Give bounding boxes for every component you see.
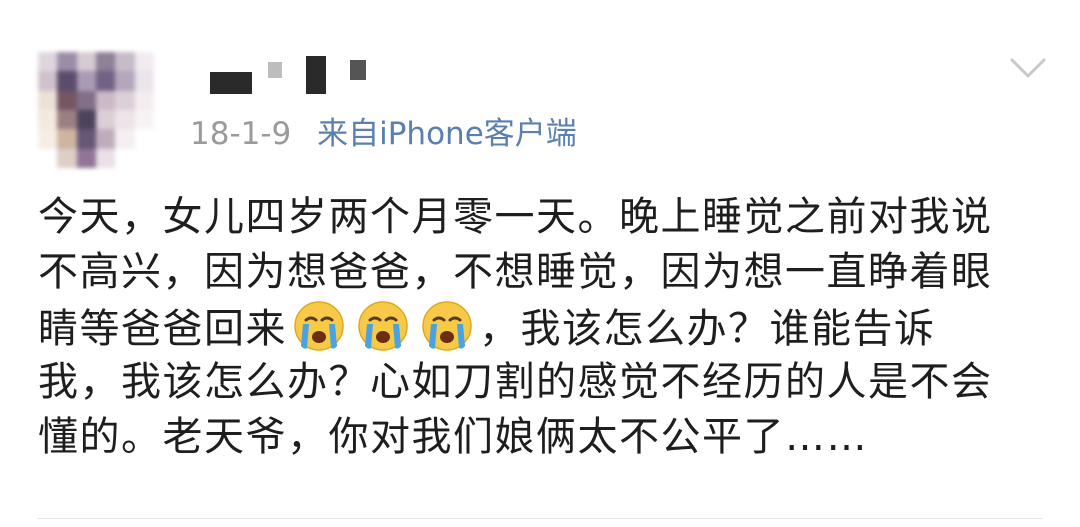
post-text-line-with-emojis: 睛等爸爸回来 ，我该怎么办？谁能告诉 bbox=[38, 300, 1048, 355]
post-date: 18-1-9 bbox=[190, 116, 292, 152]
crying-face-emoji bbox=[293, 300, 345, 352]
post-text-line: 我，我该怎么办？心如刀割的感觉不经历的人是不会 bbox=[38, 359, 993, 405]
chevron-down-icon[interactable] bbox=[1008, 48, 1048, 88]
post-text-segment: ，我该怎么办？谁能告诉 bbox=[479, 306, 936, 352]
crying-face-emoji bbox=[357, 300, 409, 352]
username-redacted[interactable] bbox=[210, 56, 375, 96]
post-body: 今天，女儿四岁两个月零一天。晚上睡觉之前对我说 不高兴，因为想爸爸，不想睡觉，因… bbox=[38, 190, 1048, 465]
post-text-line: 今天，女儿四岁两个月零一天。晚上睡觉之前对我说 bbox=[38, 194, 993, 240]
avatar[interactable] bbox=[38, 52, 154, 168]
post-text-line: 不高兴，因为想爸爸，不想睡觉，因为想一直睁着眼 bbox=[38, 249, 993, 295]
post-meta: 18-1-9 来自iPhone客户端 bbox=[190, 114, 577, 154]
post-text-segment: 睛等爸爸回来 bbox=[38, 306, 287, 352]
post-text-line: 懂的。老天爷，你对我们娘俩太不公平了…… bbox=[38, 414, 868, 460]
crying-face-emoji bbox=[421, 300, 473, 352]
post-source[interactable]: 来自iPhone客户端 bbox=[317, 116, 577, 152]
divider bbox=[38, 518, 1042, 519]
